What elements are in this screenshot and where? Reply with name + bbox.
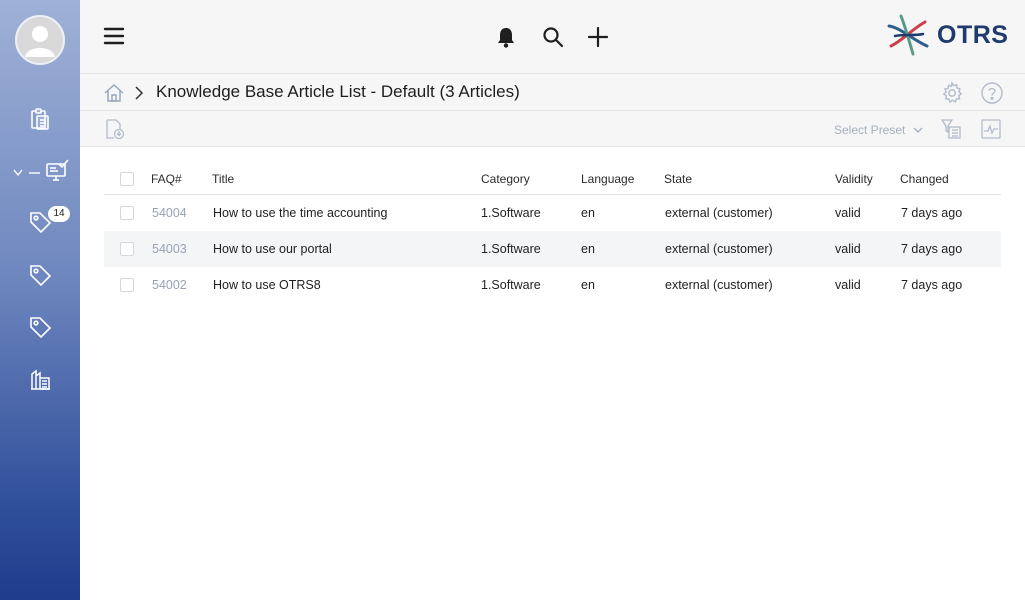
article-language: en xyxy=(581,206,595,220)
select-preset-label: Select Preset xyxy=(834,123,906,137)
article-title[interactable]: How to use our portal xyxy=(213,242,332,256)
chevron-down-icon xyxy=(913,127,923,133)
article-state: external (customer) xyxy=(665,278,773,292)
faq-article-table: FAQ# Title Category Language State Valid… xyxy=(104,168,1001,303)
menu-icon[interactable] xyxy=(103,26,125,46)
table-header: FAQ# Title Category Language State Valid… xyxy=(104,168,1001,195)
article-title[interactable]: How to use the time accounting xyxy=(213,206,387,220)
filter-list-icon[interactable] xyxy=(940,118,962,140)
plus-icon[interactable] xyxy=(587,26,609,48)
faq-number-link[interactable]: 54003 xyxy=(152,242,187,256)
article-state: external (customer) xyxy=(665,206,773,220)
column-header-title[interactable]: Title xyxy=(212,172,234,186)
table-row[interactable]: 54004 How to use the time accounting 1.S… xyxy=(104,195,1001,231)
otrs-logo[interactable]: OTRS xyxy=(885,12,1008,58)
row-checkbox[interactable] xyxy=(120,206,134,220)
row-checkbox[interactable] xyxy=(120,278,134,292)
agent-dashboard-icon[interactable] xyxy=(44,158,70,184)
chevron-down-icon[interactable] xyxy=(12,166,42,180)
user-avatar[interactable] xyxy=(15,15,65,65)
export-document-icon[interactable] xyxy=(104,118,126,140)
toolbar: Select Preset xyxy=(80,111,1025,147)
article-changed: 7 days ago xyxy=(901,242,963,256)
reports-icon[interactable] xyxy=(27,366,53,392)
select-preset-dropdown[interactable]: Select Preset xyxy=(834,123,923,137)
faq-number-link[interactable]: 54004 xyxy=(152,206,187,220)
table-row[interactable]: 54002 How to use OTRS8 1.Software en ext… xyxy=(104,267,1001,303)
bell-icon[interactable] xyxy=(496,26,516,48)
tickets-count-badge: 14 xyxy=(48,206,70,222)
article-state: external (customer) xyxy=(665,242,773,256)
clipboard-icon[interactable] xyxy=(27,106,53,132)
page-title: Knowledge Base Article List - Default (3… xyxy=(156,82,520,101)
brand-name: OTRS xyxy=(937,20,1009,49)
article-changed: 7 days ago xyxy=(901,206,963,220)
activity-chart-icon[interactable] xyxy=(980,118,1002,140)
article-category: 1.Software xyxy=(481,206,541,220)
article-title[interactable]: How to use OTRS8 xyxy=(213,278,321,292)
top-bar: OTRS xyxy=(80,0,1025,74)
gear-icon[interactable] xyxy=(940,81,964,105)
row-checkbox[interactable] xyxy=(120,242,134,256)
table-row[interactable]: 54003 How to use our portal 1.Software e… xyxy=(104,231,1001,267)
column-header-changed[interactable]: Changed xyxy=(900,172,949,186)
column-header-faq[interactable]: FAQ# xyxy=(151,172,182,186)
column-header-state[interactable]: State xyxy=(664,172,692,186)
home-icon[interactable] xyxy=(103,83,125,103)
column-header-category[interactable]: Category xyxy=(481,172,530,186)
chevron-right-icon xyxy=(135,86,144,100)
article-changed: 7 days ago xyxy=(901,278,963,292)
article-validity: valid xyxy=(835,242,861,256)
faq-number-link[interactable]: 54002 xyxy=(152,278,187,292)
tag-icon[interactable] xyxy=(27,262,53,288)
breadcrumb: Knowledge Base Article List - Default (3… xyxy=(80,74,1025,111)
tag-icon[interactable] xyxy=(27,314,53,340)
article-validity: valid xyxy=(835,278,861,292)
help-icon[interactable] xyxy=(980,81,1004,105)
article-category: 1.Software xyxy=(481,242,541,256)
article-category: 1.Software xyxy=(481,278,541,292)
article-validity: valid xyxy=(835,206,861,220)
article-language: en xyxy=(581,242,595,256)
otrs-logo-mark-icon xyxy=(887,14,929,56)
article-language: en xyxy=(581,278,595,292)
column-header-language[interactable]: Language xyxy=(581,172,634,186)
select-all-checkbox[interactable] xyxy=(120,172,134,186)
search-icon[interactable] xyxy=(542,26,564,48)
sidebar: 14 xyxy=(0,0,80,600)
column-header-validity[interactable]: Validity xyxy=(835,172,873,186)
